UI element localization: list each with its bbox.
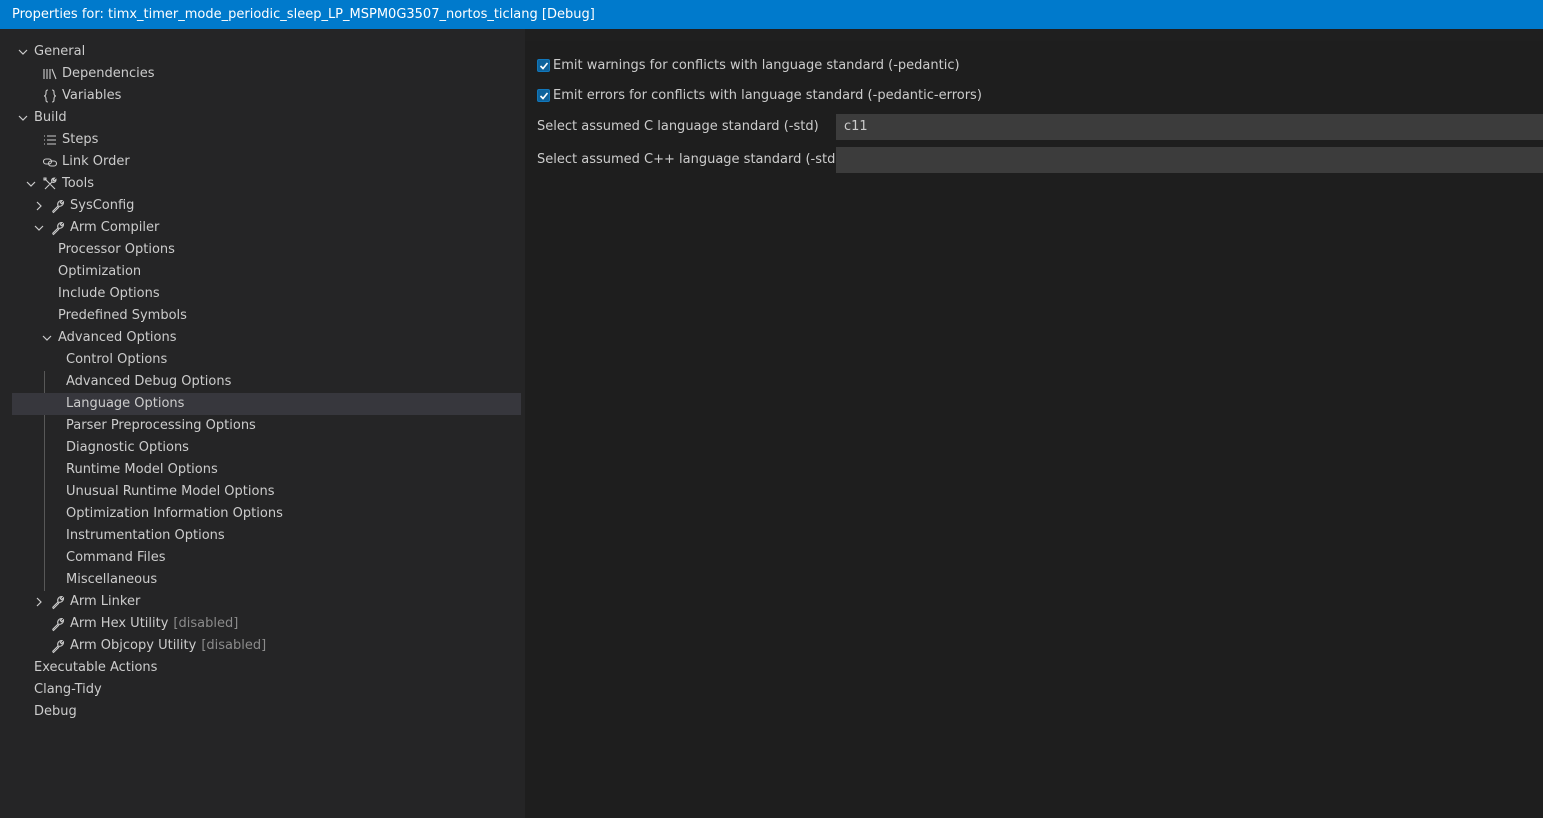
tree-item-text: Arm Hex Utility <box>70 616 169 631</box>
tree-item-steps[interactable]: Steps <box>12 129 521 151</box>
tree-item-runtime-model-options[interactable]: Runtime Model Options <box>12 459 521 481</box>
pedantic-checkbox[interactable] <box>537 59 550 72</box>
tree-item-arm-linker[interactable]: Arm Linker <box>12 591 521 613</box>
link-icon <box>42 154 58 170</box>
cpp-std-input[interactable] <box>836 147 1543 173</box>
tree-item-label: Debug <box>34 704 77 719</box>
tree-item-label: Runtime Model Options <box>66 462 218 477</box>
tree-item-command-files[interactable]: Command Files <box>12 547 521 569</box>
settings-form: Emit warnings for conflicts with languag… <box>525 41 1543 818</box>
tree-item-clang-tidy[interactable]: Clang-Tidy <box>12 679 521 701</box>
tree-item-control-options[interactable]: Control Options <box>12 349 521 371</box>
c-std-input[interactable]: c11 <box>836 114 1543 140</box>
pedantic-errors-checkbox[interactable] <box>537 89 550 102</box>
tree-item-label: Unusual Runtime Model Options <box>66 484 275 499</box>
tree-item-label: Link Order <box>62 154 130 169</box>
tree-item-parser-preprocessing-options[interactable]: Parser Preprocessing Options <box>12 415 521 437</box>
tree-item-label: Optimization Information Options <box>66 506 283 521</box>
tree-item-arm-hex-utility[interactable]: Arm Hex Utility [disabled] <box>12 613 521 635</box>
tree-item-general[interactable]: General <box>12 41 521 63</box>
pedantic-label: Emit warnings for conflicts with languag… <box>553 58 960 73</box>
tree-item-label: SysConfig <box>70 198 135 213</box>
tree-item-label: Advanced Debug Options <box>66 374 232 389</box>
tree-item-diagnostic-options[interactable]: Diagnostic Options <box>12 437 521 459</box>
tree-item-label: Parser Preprocessing Options <box>66 418 256 433</box>
wrench-icon <box>50 638 66 654</box>
chevron-down-icon[interactable] <box>39 327 55 349</box>
chevron-down-icon[interactable] <box>15 107 31 129</box>
list-icon <box>42 132 58 148</box>
tree-item-label: Diagnostic Options <box>66 440 189 455</box>
tree-item-tools[interactable]: Tools <box>12 173 521 195</box>
tree-item-arm-objcopy-utility[interactable]: Arm Objcopy Utility [disabled] <box>12 635 521 657</box>
tree-item-label: Executable Actions <box>34 660 158 675</box>
pedantic-errors-label: Emit errors for conflicts with language … <box>553 88 982 103</box>
window-title-bar: Properties for: timx_timer_mode_periodic… <box>0 0 1543 29</box>
tree-item-variables[interactable]: Variables <box>12 85 521 107</box>
tree-item-label: Processor Options <box>58 242 175 257</box>
tree-item-label: Miscellaneous <box>66 572 158 587</box>
tree-item-dependencies[interactable]: Dependencies <box>12 63 521 85</box>
tree-item-label: Arm Compiler <box>70 220 160 235</box>
tree-item-label: Arm Hex Utility [disabled] <box>70 613 238 635</box>
disabled-tag: [disabled] <box>201 638 267 653</box>
cpp-std-label: Select assumed C++ language standard (-s… <box>537 152 841 167</box>
tree-item-include-options[interactable]: Include Options <box>12 283 521 305</box>
wrench-icon <box>50 616 66 632</box>
tools-icon <box>42 176 58 192</box>
wrench-icon <box>50 198 66 214</box>
chevron-down-icon[interactable] <box>15 41 31 63</box>
tree-item-advanced-options[interactable]: Advanced Options <box>12 327 521 349</box>
tree-item-label: Dependencies <box>62 66 155 81</box>
chevron-right-icon[interactable] <box>31 591 47 613</box>
tree-item-executable-actions[interactable]: Executable Actions <box>12 657 521 679</box>
tree-item-build[interactable]: Build <box>12 107 521 129</box>
disabled-tag: [disabled] <box>173 616 239 631</box>
tree-item-instrumentation-options[interactable]: Instrumentation Options <box>12 525 521 547</box>
wrench-icon <box>50 220 66 236</box>
tree-item-predefined-symbols[interactable]: Predefined Symbols <box>12 305 521 327</box>
tree-item-label: Language Options <box>66 396 185 411</box>
language-options-panel: Emit warnings for conflicts with languag… <box>525 29 1543 818</box>
chevron-down-icon[interactable] <box>31 217 47 239</box>
tree-item-link-order[interactable]: Link Order <box>12 151 521 173</box>
tree-item-label: Variables <box>62 88 122 103</box>
tree-item-processor-options[interactable]: Processor Options <box>12 239 521 261</box>
tree-item-label: Tools <box>62 176 95 191</box>
library-icon <box>42 66 58 82</box>
tree-item-label: Build <box>34 110 67 125</box>
window-title: Properties for: timx_timer_mode_periodic… <box>12 7 595 22</box>
braces-icon <box>42 88 58 104</box>
tree-item-arm-compiler[interactable]: Arm Compiler <box>12 217 521 239</box>
tree-item-label: Control Options <box>66 352 168 367</box>
tree-item-sysconfig[interactable]: SysConfig <box>12 195 521 217</box>
tree-item-label: Include Options <box>58 286 160 301</box>
tree-item-label: Clang-Tidy <box>34 682 102 697</box>
tree-item-label: Advanced Options <box>58 330 177 345</box>
tree-item-unusual-runtime-model-options[interactable]: Unusual Runtime Model Options <box>12 481 521 503</box>
tree-item-language-options[interactable]: Language Options <box>12 393 521 415</box>
tree-item-label: Instrumentation Options <box>66 528 225 543</box>
tree-item-advanced-debug-options[interactable]: Advanced Debug Options <box>12 371 521 393</box>
tree-item-optimization[interactable]: Optimization <box>12 261 521 283</box>
c-std-label: Select assumed C language standard (-std… <box>537 119 819 134</box>
tree-item-label: Steps <box>62 132 99 147</box>
tree-item-debug[interactable]: Debug <box>12 701 521 723</box>
tree-item-label: Optimization <box>58 264 142 279</box>
tree-item-label: Arm Objcopy Utility [disabled] <box>70 635 266 657</box>
wrench-icon <box>50 594 66 610</box>
tree-item-label: Command Files <box>66 550 166 565</box>
tree-item-miscellaneous[interactable]: Miscellaneous <box>12 569 521 591</box>
chevron-right-icon[interactable] <box>31 195 47 217</box>
tree-item-optimization-information-options[interactable]: Optimization Information Options <box>12 503 521 525</box>
tree-item-label: Predefined Symbols <box>58 308 187 323</box>
tree-item-label: Arm Linker <box>70 594 141 609</box>
properties-nav-tree: General Dependencies Variables Build Ste… <box>0 29 525 818</box>
chevron-down-icon[interactable] <box>23 173 39 195</box>
tree-item-text: Arm Objcopy Utility <box>70 638 197 653</box>
tree-item-label: General <box>34 44 86 59</box>
